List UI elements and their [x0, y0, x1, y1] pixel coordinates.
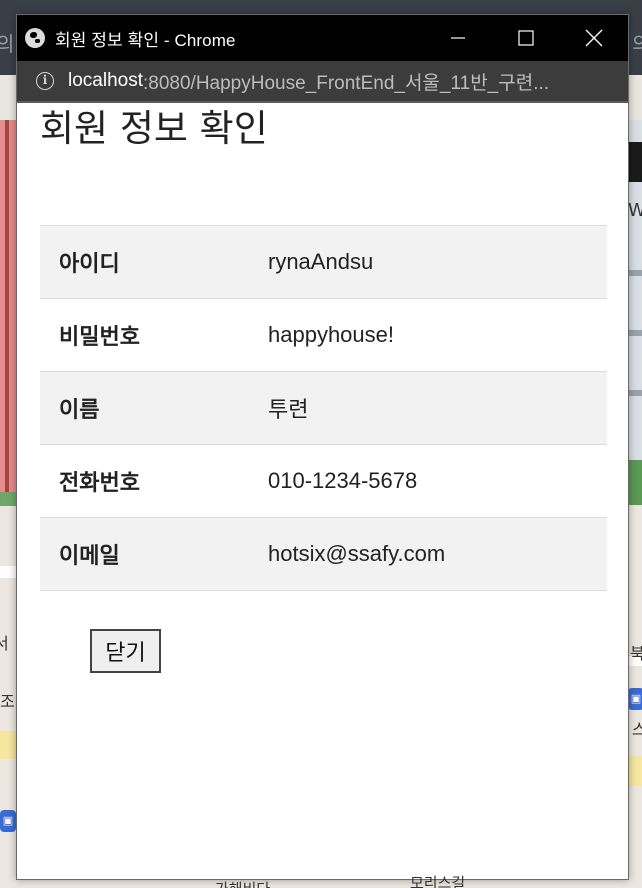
field-value: 투련 — [268, 397, 309, 422]
background-decoration — [628, 460, 642, 505]
table-row: 이름 투련 — [40, 371, 607, 445]
url-host: localhost — [68, 70, 143, 91]
background-text: 의 — [0, 32, 15, 56]
background-banner — [0, 120, 17, 505]
field-label: 이름 — [59, 398, 100, 423]
bus-icon: ▣ — [628, 688, 642, 710]
background-text: 의 — [632, 32, 642, 56]
address-bar[interactable]: i localhost :8080/HappyHouse_FrontEnd_서울… — [17, 61, 628, 101]
map-label: 북 — [630, 644, 642, 663]
window-controls — [424, 15, 628, 61]
field-label: 아이디 — [59, 252, 120, 277]
bus-icon: ▣ — [0, 810, 16, 832]
map-label: 가해비다 — [215, 878, 270, 888]
url-path: :8080/HappyHouse_FrontEnd_서울_11반_구련... — [143, 72, 550, 94]
page-title: 회원 정보 확인 — [40, 107, 268, 150]
globe-icon — [25, 28, 45, 48]
minimize-icon — [451, 37, 465, 39]
member-info-table: 아이디 rynaAndsu 비밀번호 happyhouse! 이름 투련 전화번… — [40, 225, 607, 591]
field-value: hotsix@ssafy.com — [268, 541, 446, 566]
close-button[interactable]: 닫기 — [90, 629, 161, 673]
table-row: 비밀번호 happyhouse! — [40, 298, 607, 372]
close-window-button[interactable] — [560, 15, 628, 61]
close-icon — [585, 29, 603, 47]
map-label: 스 — [632, 720, 642, 739]
table-row: 아이디 rynaAndsu — [40, 225, 607, 299]
table-row: 전화번호 010-1234-5678 — [40, 444, 607, 518]
field-value: 010-1234-5678 — [268, 468, 418, 493]
field-label: 이메일 — [59, 544, 120, 569]
table-row: 이메일 hotsix@ssafy.com — [40, 517, 607, 591]
minimize-button[interactable] — [424, 15, 492, 61]
background-decoration — [0, 492, 17, 506]
field-value: happyhouse! — [268, 322, 394, 347]
popup-window: 회원 정보 확인 - Chrome i localhost :8080/Happ… — [16, 14, 629, 880]
title-bar[interactable]: 회원 정보 확인 - Chrome — [17, 15, 628, 61]
field-label: 전화번호 — [59, 471, 140, 496]
background-text: W — [628, 200, 642, 221]
maximize-icon — [518, 30, 534, 46]
map-label: 모리스길 — [410, 874, 466, 888]
background-image: W — [628, 120, 642, 505]
map-label: 서 — [0, 634, 9, 653]
map-label: 조 — [0, 692, 15, 711]
window-title: 회원 정보 확인 - Chrome — [55, 30, 236, 50]
field-value: rynaAndsu — [268, 249, 374, 274]
field-label: 비밀번호 — [59, 325, 140, 350]
maximize-button[interactable] — [492, 15, 560, 61]
info-icon[interactable]: i — [36, 72, 54, 90]
